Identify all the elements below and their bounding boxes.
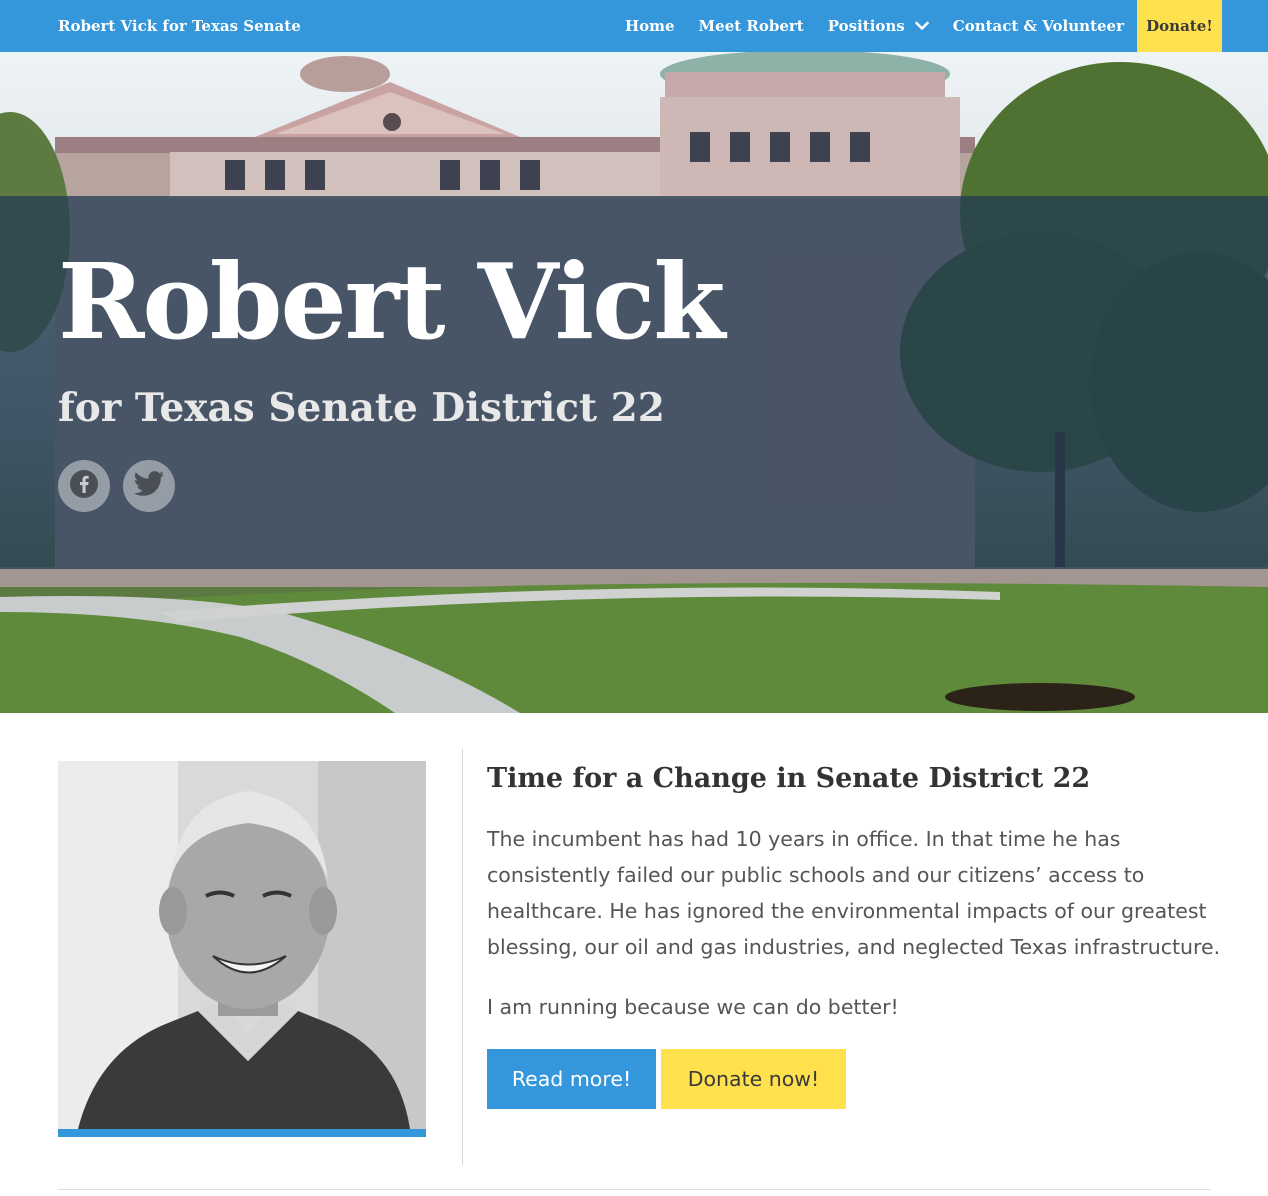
twitter-icon — [133, 470, 165, 503]
nav-donate-button[interactable]: Donate! — [1137, 0, 1222, 52]
photo-accent-bar — [58, 1129, 426, 1137]
read-more-button[interactable]: Read more! — [487, 1049, 656, 1109]
twitter-link[interactable] — [123, 460, 175, 512]
hero-title: Robert Vick — [58, 240, 725, 363]
article-title: Time for a Change in Senate District 22 — [487, 763, 1091, 794]
nav-home[interactable]: Home — [613, 0, 687, 52]
nav-positions[interactable]: Positions — [816, 0, 941, 52]
vertical-divider — [462, 749, 463, 1165]
social-links — [58, 460, 175, 512]
cta-buttons: Read more! Donate now! — [487, 1049, 846, 1109]
main-nav: Home Meet Robert Positions Contact & Vol… — [613, 0, 1222, 52]
hero-subtitle: for Texas Senate District 22 — [58, 385, 665, 431]
site-brand-link[interactable]: Robert Vick for Texas Senate — [58, 0, 301, 52]
article-paragraph-2: I am running because we can do better! — [487, 995, 899, 1019]
nav-positions-label: Positions — [827, 17, 905, 35]
candidate-photo — [58, 761, 426, 1129]
top-navbar: Robert Vick for Texas Senate Home Meet R… — [0, 0, 1268, 52]
article-paragraph-1: The incumbent has had 10 years in office… — [487, 827, 1221, 959]
donate-now-button[interactable]: Donate now! — [661, 1049, 846, 1109]
candidate-photo-card — [58, 761, 426, 1137]
nav-meet-robert[interactable]: Meet Robert — [687, 0, 816, 52]
nav-contact-volunteer[interactable]: Contact & Volunteer — [941, 0, 1136, 52]
facebook-icon — [69, 469, 99, 504]
chevron-down-icon — [914, 21, 929, 31]
section-divider — [58, 1189, 1211, 1190]
facebook-link[interactable] — [58, 460, 110, 512]
intro-article: Time for a Change in Senate District 22 … — [487, 757, 1227, 1025]
hero-section: Robert Vick for Texas Senate District 22 — [0, 52, 1268, 713]
